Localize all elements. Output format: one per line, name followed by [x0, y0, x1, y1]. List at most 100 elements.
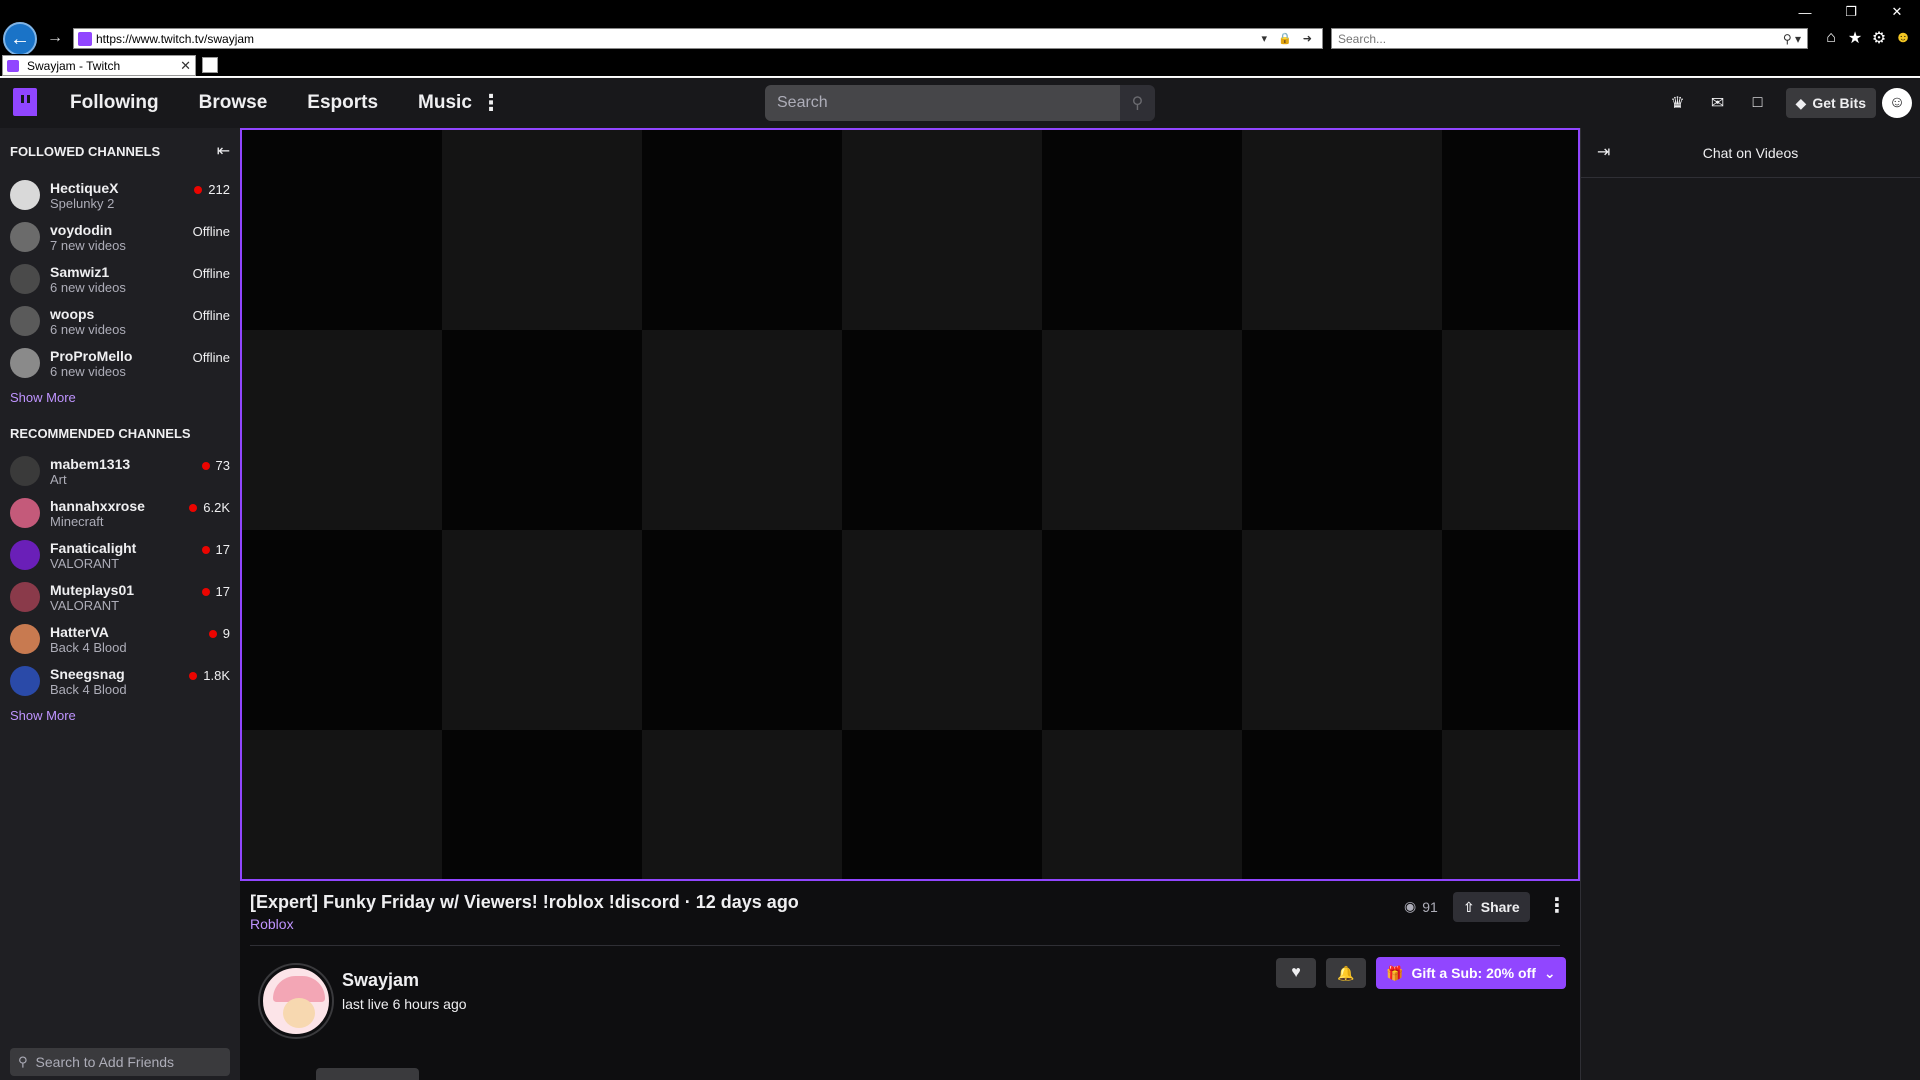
address-tools-icon[interactable]: ▾ 🔒 ➜	[1261, 32, 1316, 45]
whispers-icon[interactable]: □	[1738, 83, 1778, 123]
more-options-icon[interactable]: ⋮	[480, 90, 502, 116]
favorites-star-icon[interactable]: ★	[1846, 28, 1864, 48]
channel-avatar	[10, 456, 40, 486]
channel-name[interactable]: Swayjam	[342, 970, 419, 991]
gift-icon: 🎁	[1386, 964, 1404, 981]
site-favicon	[78, 31, 92, 46]
nav-esports[interactable]: Esports	[307, 92, 378, 114]
channel-avatar	[10, 306, 40, 336]
sidebar-channel-item[interactable]: HectiqueX Spelunky 2 212	[0, 174, 240, 216]
notifications-bell-button[interactable]: 🔔	[1326, 958, 1366, 988]
left-sidebar: FOLLOWED CHANNELS ⇤ HectiqueX Spelunky 22…	[0, 128, 240, 1080]
search-icon[interactable]: ⚲ ▾	[1783, 32, 1801, 46]
twitch-logo-icon[interactable]	[13, 88, 37, 116]
minimize-button[interactable]: —	[1782, 0, 1828, 24]
user-avatar[interactable]: ☺	[1882, 88, 1912, 118]
channel-avatar	[10, 624, 40, 654]
address-bar[interactable]: https://www.twitch.tv/swayjam ▾ 🔒 ➜	[73, 28, 1323, 49]
home-icon[interactable]: ⌂	[1822, 28, 1840, 48]
gift-sub-label: Gift a Sub: 20% off	[1411, 965, 1536, 981]
sidebar-channel-item[interactable]: mabem1313 Art 73	[0, 450, 240, 492]
channel-subtitle: VALORANT	[50, 555, 120, 571]
channel-status: 9	[208, 626, 230, 641]
sidebar-channel-item[interactable]: hannahxxrose Minecraft 6.2K	[0, 492, 240, 534]
channel-avatar	[10, 222, 40, 252]
channel-avatar	[10, 666, 40, 696]
followed-header: FOLLOWED CHANNELS ⇤	[0, 128, 240, 174]
channel-subtitle: 6 new videos	[50, 363, 126, 379]
live-dot-icon	[201, 587, 210, 596]
settings-gear-icon[interactable]: ⚙	[1870, 28, 1888, 48]
channel-tab[interactable]	[316, 1068, 419, 1080]
followed-channels-title: FOLLOWED CHANNELS	[10, 143, 161, 159]
channel-status: Offline	[193, 308, 230, 323]
browser-search-box[interactable]: ⚲ ▾	[1331, 28, 1808, 49]
new-tab-button[interactable]	[202, 57, 218, 73]
restore-button[interactable]: ❐	[1828, 0, 1874, 24]
channel-status: Offline	[193, 350, 230, 365]
inbox-icon[interactable]: ✉	[1698, 83, 1738, 123]
prime-crown-icon[interactable]: ♛	[1658, 83, 1698, 123]
channel-subtitle: VALORANT	[50, 597, 120, 613]
tab-favicon	[7, 59, 19, 72]
sidebar-channel-item[interactable]: Muteplays01 VALORANT 17	[0, 576, 240, 618]
channel-status-text: Offline	[192, 266, 230, 281]
video-player[interactable]	[240, 128, 1580, 881]
nav-right-actions: ♛ ✉ □ ◆ Get Bits ☺	[1658, 78, 1920, 128]
channel-status-text: Offline	[192, 350, 230, 365]
channel-status: 17	[201, 542, 230, 557]
share-button[interactable]: ⇧ Share	[1453, 892, 1530, 922]
tab-title: Swayjam - Twitch	[27, 58, 121, 73]
get-bits-button[interactable]: ◆ Get Bits	[1785, 88, 1876, 118]
nav-browse[interactable]: Browse	[199, 92, 268, 114]
channel-status-text: 17	[215, 542, 230, 557]
forward-button[interactable]: →	[44, 27, 66, 49]
back-button[interactable]: ←	[3, 22, 37, 56]
last-live-text: last live 6 hours ago	[342, 996, 467, 1012]
sidebar-channel-item[interactable]: Samwiz1 6 new videos Offline	[0, 258, 240, 300]
sidebar-channel-item[interactable]: woops 6 new videos Offline	[0, 300, 240, 342]
chevron-down-icon: ⌄	[1543, 964, 1556, 981]
address-url[interactable]: https://www.twitch.tv/swayjam	[96, 32, 1261, 46]
friends-search: ⚲	[10, 1048, 230, 1076]
channel-status-text: 17	[215, 584, 230, 599]
channel-status-text: 1.8K	[203, 668, 230, 683]
show-more-recommended[interactable]: Show More	[0, 702, 240, 736]
search-icon: ⚲	[1131, 95, 1144, 112]
gift-sub-button[interactable]: 🎁 Gift a Sub: 20% off ⌄	[1376, 957, 1566, 989]
heart-icon: ♥	[1291, 964, 1301, 981]
friends-search-input[interactable]	[35, 1054, 216, 1070]
smiley-feedback-icon[interactable]: ☻	[1894, 28, 1912, 48]
sidebar-channel-item[interactable]: ProProMello 6 new videos Offline	[0, 342, 240, 384]
chat-title: Chat on Videos	[1702, 144, 1799, 161]
expand-chat-icon[interactable]: ⇥	[1597, 142, 1610, 162]
channel-status: 212	[194, 182, 230, 197]
chat-panel: ⇥ Chat on Videos	[1580, 128, 1920, 1080]
channel-status-text: 212	[208, 182, 230, 197]
collapse-sidebar-icon[interactable]: ⇤	[217, 141, 230, 161]
more-actions-icon[interactable]: ⋮	[1547, 893, 1567, 918]
sidebar-channel-item[interactable]: Sneegsnag Back 4 Blood 1.8K	[0, 660, 240, 702]
live-dot-icon	[189, 671, 198, 680]
browser-search-input[interactable]	[1338, 31, 1783, 46]
twitch-search-input[interactable]	[765, 85, 1120, 121]
follow-heart-button[interactable]: ♥	[1276, 958, 1316, 988]
nav-music[interactable]: Music	[418, 92, 472, 114]
close-window-button[interactable]: ✕	[1874, 0, 1920, 24]
sidebar-channel-item[interactable]: voydodin 7 new videos Offline	[0, 216, 240, 258]
show-more-followed[interactable]: Show More	[0, 384, 240, 418]
channel-status-text: Offline	[192, 308, 230, 323]
search-button[interactable]: ⚲	[1120, 85, 1155, 121]
nav-following[interactable]: Following	[70, 92, 159, 114]
sidebar-channel-item[interactable]: Fanaticalight VALORANT 17	[0, 534, 240, 576]
channel-subtitle: Art	[50, 471, 67, 487]
channel-avatar[interactable]	[260, 965, 332, 1037]
close-tab-icon[interactable]: ✕	[180, 58, 191, 74]
channel-avatar	[10, 498, 40, 528]
sidebar-channel-item[interactable]: HatterVA Back 4 Blood 9	[0, 618, 240, 660]
browser-tab[interactable]: Swayjam - Twitch ✕	[2, 55, 196, 76]
channel-status: 73	[201, 458, 230, 473]
video-category-link[interactable]: Roblox	[250, 916, 294, 932]
search-icon: ⚲	[18, 1054, 28, 1069]
channel-status: 1.8K	[189, 668, 230, 683]
